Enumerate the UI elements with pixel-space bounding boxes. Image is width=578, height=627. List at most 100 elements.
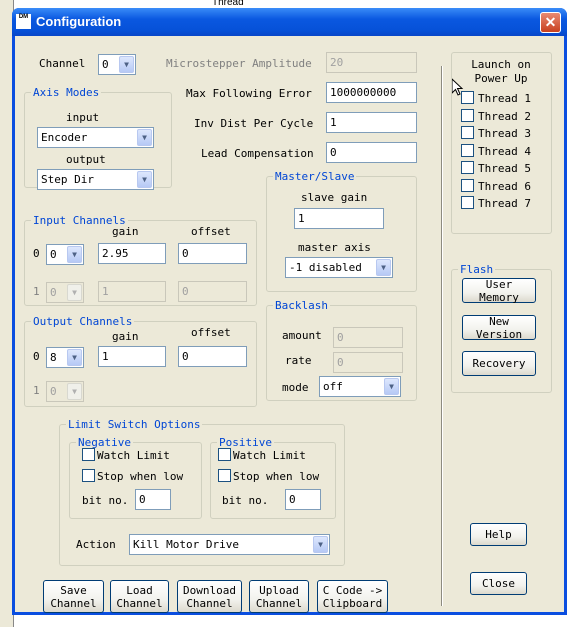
thread-checkbox[interactable] — [461, 178, 474, 192]
close-button[interactable]: Close — [470, 572, 527, 595]
inv-dist-label: Inv Dist Per Cycle — [194, 117, 314, 130]
input-row-index: 1 — [33, 285, 40, 298]
launch-legend: Launch on Power Up — [461, 58, 541, 86]
output-row-index: 0 — [33, 350, 40, 363]
slave-gain-label: slave gain — [301, 191, 368, 204]
background-tab-text: Thread — [212, 0, 244, 8]
output-channel-value: 8 — [50, 351, 57, 364]
negative-stop-when-low-checkbox[interactable] — [82, 469, 95, 482]
negative-watch-limit-checkbox[interactable] — [82, 448, 95, 461]
input-channel-value: 0 — [50, 286, 57, 299]
chevron-down-icon: ▼ — [67, 349, 82, 366]
chevron-down-icon: ▼ — [384, 378, 399, 395]
thread-label: Thread 2 — [478, 109, 531, 123]
help-button[interactable]: Help — [470, 523, 527, 546]
chevron-down-icon: ▼ — [67, 383, 82, 400]
thread-checkbox[interactable] — [461, 143, 474, 157]
c-code-clipboard-button[interactable]: C Code -> Clipboard — [317, 580, 388, 613]
action-label: Action — [76, 538, 116, 551]
input-gain-header: gain — [112, 225, 139, 238]
upload-channel-button[interactable]: Upload Channel — [249, 580, 309, 613]
axis-input-value: Encoder — [41, 131, 88, 144]
thread-label: Thread 1 — [478, 92, 531, 105]
thread-checkbox[interactable] — [461, 196, 474, 209]
limit-switch-legend: Limit Switch Options — [68, 418, 201, 431]
master-axis-select[interactable]: -1 disabled ▼ — [285, 257, 393, 278]
microstepper-label: Microstepper Amplitude — [166, 57, 312, 70]
chevron-down-icon: ▼ — [137, 129, 152, 146]
load-channel-button[interactable]: Load Channel — [110, 580, 169, 613]
backlash-mode-label: mode — [282, 381, 309, 394]
thread-label: Thread 7 — [478, 197, 531, 210]
flash-legend: Flash — [460, 263, 494, 276]
window-title: Configuration — [36, 14, 122, 29]
channel-select[interactable]: 0 ▼ — [98, 54, 136, 75]
action-value: Kill Motor Drive — [133, 538, 239, 551]
backlash-amount-label: amount — [282, 329, 322, 342]
axis-input-select[interactable]: Encoder ▼ — [37, 127, 154, 148]
input-row-index: 0 — [33, 247, 40, 260]
axis-output-select[interactable]: Step Dir ▼ — [37, 169, 154, 190]
output-channel-select[interactable]: 0 ▼ — [46, 381, 84, 402]
title-bar[interactable]: DM Configuration ✕ — [12, 8, 567, 36]
chevron-down-icon: ▼ — [137, 171, 152, 188]
chevron-down-icon: ▼ — [67, 246, 82, 263]
thread-label: Thread 6 — [478, 179, 531, 193]
axis-output-label: output — [66, 153, 106, 166]
max-following-field[interactable]: 1000000000 — [326, 82, 417, 103]
user-memory-button[interactable]: User Memory — [462, 278, 536, 304]
thread-label: Thread 4 — [478, 144, 531, 158]
configuration-window: DM Configuration ✕ Channel 0 ▼ Microstep… — [12, 8, 567, 615]
backlash-rate-field[interactable]: 0 — [333, 352, 403, 373]
download-channel-button[interactable]: Download Channel — [177, 580, 242, 613]
input-offset-field[interactable]: 0 — [178, 243, 247, 264]
action-select[interactable]: Kill Motor Drive ▼ — [129, 534, 330, 555]
input-channel-select[interactable]: 0 ▼ — [46, 282, 84, 303]
chevron-down-icon: ▼ — [119, 56, 134, 73]
output-offset-field[interactable]: 0 — [178, 346, 247, 367]
master-axis-value: -1 disabled — [289, 261, 362, 274]
positive-watch-limit-label: Watch Limit — [233, 449, 306, 462]
thread-checkbox[interactable] — [461, 108, 474, 122]
negative-bit-field[interactable]: 0 — [135, 489, 171, 510]
chevron-down-icon: ▼ — [376, 259, 391, 276]
input-offset-field[interactable]: 0 — [178, 281, 247, 302]
new-version-button[interactable]: New Version — [462, 315, 536, 341]
positive-bit-label: bit no. — [222, 494, 269, 507]
input-gain-field[interactable]: 1 — [98, 281, 166, 302]
backlash-mode-select[interactable]: off ▼ — [319, 376, 401, 397]
positive-stop-when-low-label: Stop when low — [233, 470, 320, 483]
thread-checkbox[interactable] — [461, 91, 474, 104]
output-channel-select[interactable]: 8 ▼ — [46, 347, 84, 368]
channel-value: 0 — [102, 58, 109, 71]
close-icon[interactable]: ✕ — [540, 12, 561, 33]
backlash-amount-field[interactable]: 0 — [333, 327, 403, 348]
positive-bit-field[interactable]: 0 — [285, 489, 321, 510]
microstepper-field[interactable]: 20 — [326, 52, 417, 73]
output-offset-header: offset — [191, 326, 231, 339]
lead-comp-field[interactable]: 0 — [326, 142, 417, 163]
output-row-index: 1 — [33, 384, 40, 397]
axis-modes-legend: Axis Modes — [33, 86, 100, 99]
thread-checkbox[interactable] — [461, 161, 474, 174]
negative-stop-when-low-label: Stop when low — [97, 470, 184, 483]
dialog-client: Channel 0 ▼ Microstepper Amplitude 20 Ma… — [15, 36, 564, 613]
save-channel-button[interactable]: Save Channel — [43, 580, 104, 613]
inv-dist-field[interactable]: 1 — [326, 112, 417, 133]
master-slave-legend: Master/Slave — [275, 170, 355, 183]
input-gain-field[interactable]: 2.95 — [98, 243, 166, 264]
thread-label: Thread 5 — [478, 162, 531, 175]
chevron-down-icon: ▼ — [67, 284, 82, 301]
positive-watch-limit-checkbox[interactable] — [218, 448, 231, 461]
slave-gain-field[interactable]: 1 — [294, 208, 384, 229]
axis-input-label: input — [66, 111, 100, 124]
thread-checkbox[interactable] — [461, 126, 474, 139]
recovery-button[interactable]: Recovery — [462, 351, 536, 376]
app-icon: DM — [16, 14, 31, 29]
thread-label: Thread 3 — [478, 127, 531, 140]
positive-stop-when-low-checkbox[interactable] — [218, 469, 231, 482]
negative-watch-limit-label: Watch Limit — [97, 449, 170, 462]
output-gain-field[interactable]: 1 — [98, 346, 166, 367]
backlash-mode-value: off — [323, 380, 343, 393]
input-channel-select[interactable]: 0 ▼ — [46, 244, 84, 265]
